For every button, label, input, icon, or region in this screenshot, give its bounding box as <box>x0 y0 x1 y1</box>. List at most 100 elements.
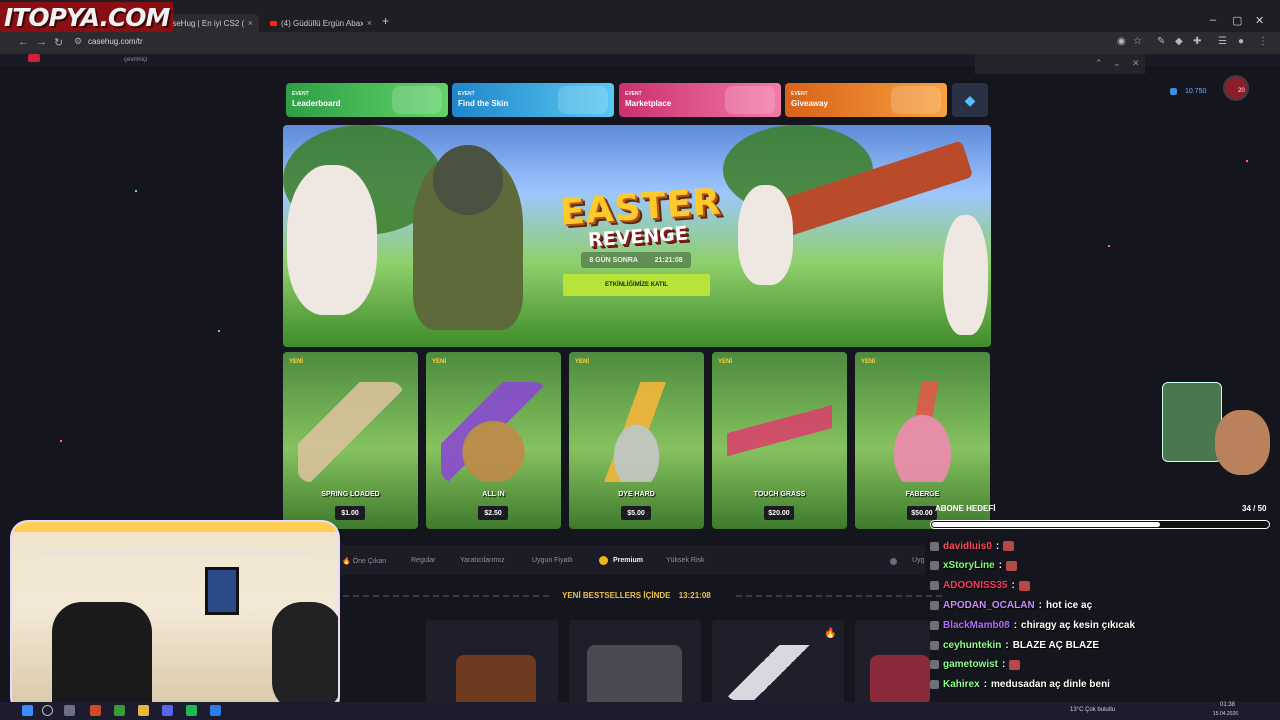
task-view-icon[interactable] <box>64 705 75 716</box>
category-tab-featured[interactable]: 🔥 Öne Çıkan <box>342 557 386 565</box>
back-icon[interactable]: ← <box>18 36 29 48</box>
skin-card-faberge[interactable]: YENİ FABERGE $50.00 <box>855 352 990 529</box>
category-tab-creators[interactable]: Yaratıcılarımız <box>460 557 505 564</box>
event-title: Giveaway <box>791 99 828 108</box>
bestsellers-heading: YENİ BESTSELLERS İÇİNDE 13:21:08 <box>562 591 711 600</box>
weather-widget[interactable]: 13°C Çok bulutlu <box>1070 707 1115 713</box>
category-tab-truncated[interactable]: Uyg <box>912 557 924 564</box>
extension-icon[interactable]: ✎ <box>1157 36 1165 47</box>
easter-revenge-banner[interactable]: EASTER REVENGE 8 GÜN SONRA 21:21:08 ETKİ… <box>283 125 991 347</box>
balance-display[interactable]: 10.750 <box>1170 88 1206 95</box>
spotify-icon[interactable] <box>186 705 197 716</box>
skin-card-all-in[interactable]: YENİ ALL IN $2.50 <box>426 352 561 529</box>
skin-art <box>727 382 832 482</box>
chat-badge-icon <box>930 600 939 610</box>
gas-mask-art <box>433 145 503 215</box>
chat-text: chiragy aç kesin çıkıcak <box>1021 619 1136 631</box>
event-card-giveaway[interactable]: EVENT Giveaway <box>785 83 947 117</box>
skin-price: $50.00 <box>907 506 937 520</box>
skin-name: SPRING LOADED <box>321 491 380 498</box>
close-window-button[interactable]: ✕ <box>1255 14 1264 27</box>
app-icon[interactable] <box>114 705 125 716</box>
event-countdown: 8 GÜN SONRA 21:21:08 <box>581 252 691 268</box>
chat-message: gametowist: <box>930 657 1021 673</box>
site-logo-icon[interactable] <box>28 54 40 62</box>
menu-icon[interactable]: ☰ <box>1218 36 1227 47</box>
chrome-icon[interactable] <box>138 705 149 716</box>
tab-close-icon[interactable]: × <box>248 18 253 28</box>
emote-icon <box>1018 580 1030 591</box>
skin-name: ALL IN <box>482 491 505 498</box>
clock-date: 15.04.2026 <box>1213 711 1239 717</box>
browser-tab-youtube[interactable]: (4) Güdüllü Ergün Abaxoy 6... × <box>264 14 378 32</box>
skin-card-touch-grass[interactable]: YENİ TOUCH GRASS $20.00 <box>712 352 847 529</box>
wall-poster <box>205 567 239 615</box>
gem-shop-button[interactable]: ◆ <box>952 83 988 117</box>
tab-close-icon[interactable]: × <box>367 18 372 28</box>
new-badge: YENİ <box>718 359 733 365</box>
event-card-marketplace[interactable]: EVENT Marketplace <box>619 83 781 117</box>
coin-icon <box>1170 88 1177 95</box>
new-tab-button[interactable]: + <box>382 14 389 28</box>
chat-message: ADOONISS35: <box>930 578 1030 594</box>
join-event-button[interactable]: ETKİNLİĞİMİZE KATIL <box>563 274 710 296</box>
extension-icon[interactable]: ◆ <box>1175 36 1183 47</box>
chat-badge-icon <box>930 680 939 690</box>
event-kicker: EVENT <box>458 91 475 97</box>
bookmark-star-icon[interactable]: ☆ <box>1133 36 1142 47</box>
clock-time[interactable]: 01:38 <box>1220 702 1235 708</box>
chat-username: BlackMamb08 <box>943 619 1010 631</box>
find-next-icon[interactable]: ⌄ <box>1113 58 1121 69</box>
puzzle-icon[interactable]: ✚ <box>1193 36 1201 47</box>
maximize-button[interactable]: ▢ <box>1232 14 1242 27</box>
category-tab-high-risk[interactable]: Yüksek Risk <box>666 557 705 564</box>
chat-message: davidluis0: <box>930 538 1015 554</box>
discord-icon[interactable] <box>162 705 173 716</box>
chat-separator: : <box>983 679 988 691</box>
skin-card-dye-hard[interactable]: YENİ DYE HARD $5.00 <box>569 352 704 529</box>
event-card-leaderboard[interactable]: EVENT Leaderboard <box>286 83 448 117</box>
more-icon[interactable]: ⋮ <box>1258 36 1268 47</box>
skin-art <box>298 382 403 482</box>
event-title: Marketplace <box>625 99 672 108</box>
background-sparkle <box>218 330 220 332</box>
sub-goal-label: ABONE HEDEFİ <box>935 504 996 513</box>
user-avatar[interactable] <box>1223 75 1249 101</box>
find-prev-icon[interactable]: ⌃ <box>1095 58 1103 69</box>
chat-username: xStoryLine <box>943 560 995 572</box>
start-icon[interactable] <box>22 705 33 716</box>
find-close-icon[interactable]: ✕ <box>1132 58 1140 69</box>
divider <box>736 595 946 597</box>
site-info-icon[interactable]: ⚙ <box>74 36 82 47</box>
url-input[interactable]: casehug.com/tr <box>88 37 143 46</box>
ceiling-light <box>12 522 338 532</box>
background-sparkle <box>1108 245 1110 247</box>
profile-icon[interactable]: ● <box>1238 36 1244 47</box>
new-badge: YENİ <box>289 359 304 365</box>
reload-icon[interactable]: ↻ <box>54 36 63 49</box>
chat-badge-icon <box>930 561 939 571</box>
event-card-find-the-skin[interactable]: EVENT Find the Skin <box>452 83 614 117</box>
emote-icon <box>1009 659 1021 670</box>
app-icon[interactable] <box>90 705 101 716</box>
skin-card-spring-loaded[interactable]: YENİ SPRING LOADED $1.00 <box>283 352 418 529</box>
app-icon[interactable] <box>210 705 221 716</box>
minimize-button[interactable]: – <box>1210 14 1216 26</box>
category-tab-premium[interactable]: Premium <box>613 557 643 564</box>
filter-toggle[interactable] <box>890 558 897 565</box>
forward-icon[interactable]: → <box>36 36 47 48</box>
event-art <box>725 86 775 114</box>
event-kicker: EVENT <box>625 91 642 97</box>
category-tab-affordable[interactable]: Uygun Fiyatlı <box>532 557 573 564</box>
skin-price: $1.00 <box>335 506 365 520</box>
search-icon[interactable] <box>42 705 53 716</box>
chat-message: ceyhuntekin: BLAZE AÇ BLAZE <box>930 637 1099 653</box>
sub-goal-progress-fill <box>932 522 1161 527</box>
streamer-face <box>1215 410 1270 475</box>
translate-icon[interactable]: ◉ <box>1117 36 1126 47</box>
streamer-webcam <box>10 520 340 715</box>
skin-name: FABERGE <box>905 491 940 498</box>
balance-value: 10.750 <box>1184 88 1207 96</box>
category-tab-regular[interactable]: Regular <box>411 557 436 564</box>
screen: { "overlay_logo": "ITOPYA.COM", "browser… <box>0 0 1280 720</box>
